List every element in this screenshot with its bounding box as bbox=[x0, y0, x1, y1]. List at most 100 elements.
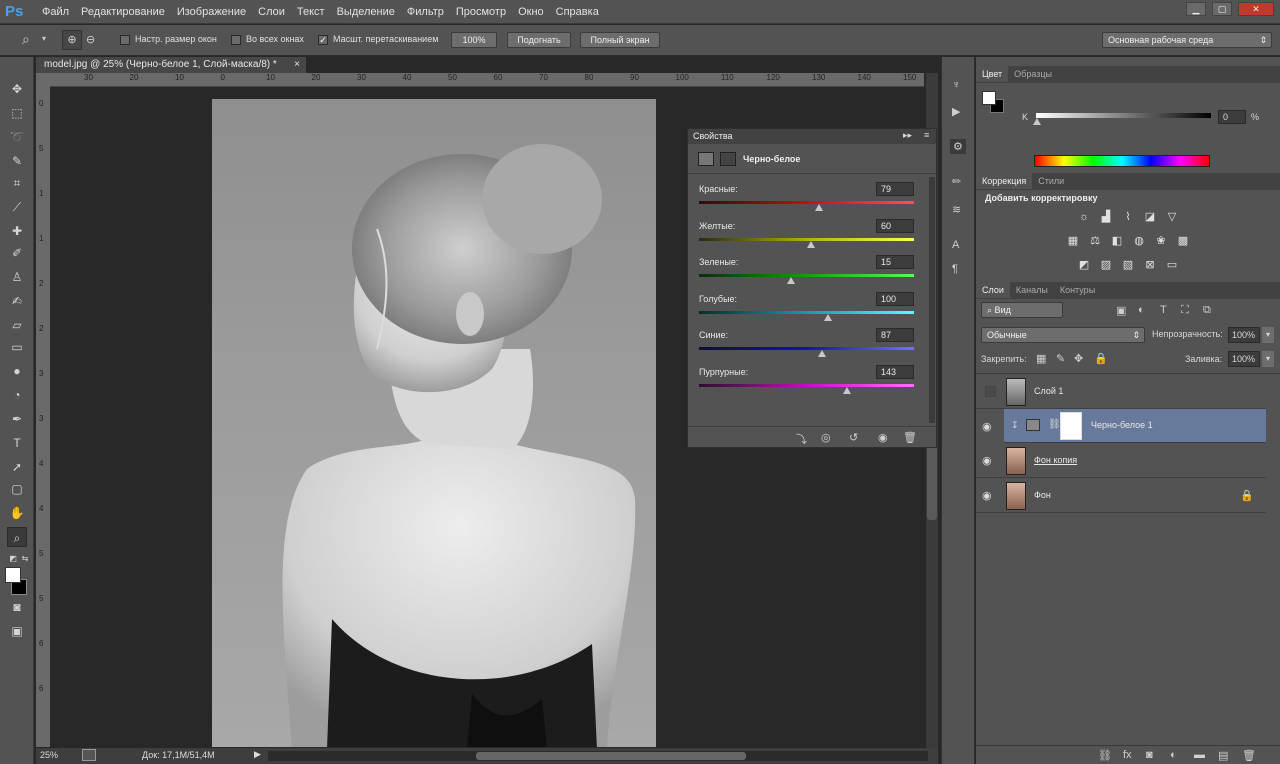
blend-mode-dropdown[interactable]: Обычные ⇕ bbox=[981, 327, 1145, 343]
slider-knob[interactable] bbox=[787, 277, 796, 284]
lasso-tool-icon[interactable]: ➰ bbox=[7, 127, 27, 147]
close-tab-icon[interactable]: × bbox=[294, 57, 300, 73]
slider-knob[interactable] bbox=[843, 386, 852, 394]
menu-view[interactable]: Просмотр bbox=[450, 0, 512, 24]
collapse-panel-icon[interactable]: ▸▸ bbox=[903, 130, 912, 141]
menu-filter[interactable]: Фильтр bbox=[401, 0, 450, 24]
new-layer-icon[interactable]: ▤ bbox=[1218, 749, 1228, 762]
fit-screen-button[interactable]: Подогнать bbox=[507, 32, 571, 48]
stamp-tool-icon[interactable]: ♙ bbox=[7, 267, 27, 287]
slider-value-field[interactable]: 87 bbox=[876, 328, 914, 342]
path-select-tool-icon[interactable]: ➚ bbox=[7, 457, 27, 477]
layer-name[interactable]: Черно-белое 1 bbox=[1091, 420, 1153, 430]
dodge-tool-icon[interactable]: ◔ bbox=[7, 385, 27, 405]
eraser-tool-icon[interactable]: ▱ bbox=[7, 315, 27, 335]
tool-preset-dropdown-icon[interactable]: ▾ bbox=[42, 34, 46, 43]
tab-color[interactable]: Цвет bbox=[976, 66, 1009, 82]
slider-track[interactable] bbox=[699, 201, 914, 204]
maximize-button[interactable]: ▢ bbox=[1212, 2, 1232, 16]
layer-name[interactable]: Фон bbox=[1034, 490, 1051, 500]
slider-track[interactable] bbox=[699, 383, 914, 387]
tab-adjustments[interactable]: Коррекция bbox=[976, 173, 1033, 189]
brightness-icon[interactable]: ☼ bbox=[1077, 210, 1091, 224]
new-adjustment-icon[interactable]: ◐ bbox=[1170, 749, 1177, 761]
lock-position-icon[interactable]: ✥ bbox=[1074, 352, 1083, 365]
zoom-out-icon[interactable]: ⊖ bbox=[86, 31, 95, 49]
layer-row[interactable]: Слой 1 bbox=[976, 375, 1266, 409]
color-lookup-icon[interactable]: ▩ bbox=[1176, 234, 1190, 248]
zoom-tool-active-icon[interactable]: ⌕ bbox=[7, 527, 27, 547]
filter-pixel-icon[interactable]: ▣ bbox=[1116, 304, 1126, 317]
foreground-color-swatch[interactable] bbox=[5, 567, 21, 583]
layer-row-selected[interactable]: ↧ ⛓ Черно-белое 1 bbox=[1004, 409, 1266, 443]
all-windows-checkbox[interactable] bbox=[231, 35, 241, 45]
properties-scrollbar[interactable] bbox=[929, 177, 935, 423]
tab-paths[interactable]: Контуры bbox=[1054, 282, 1101, 298]
k-slider-knob[interactable] bbox=[1033, 118, 1041, 125]
close-button[interactable]: ✕ bbox=[1238, 2, 1274, 16]
link-layers-icon[interactable]: ⛓ bbox=[1098, 749, 1112, 762]
slider-knob[interactable] bbox=[806, 240, 815, 248]
tab-channels[interactable]: Каналы bbox=[1010, 282, 1054, 298]
swap-colors-icon[interactable]: ⇆ bbox=[15, 549, 35, 569]
eye-icon[interactable]: ◉ bbox=[982, 455, 996, 467]
vibrance-icon[interactable]: ▽ bbox=[1165, 210, 1179, 224]
resize-windows-checkbox[interactable] bbox=[120, 35, 130, 45]
black-white-icon[interactable]: ◧ bbox=[1110, 234, 1124, 248]
brush-presets-icon[interactable]: ✏ bbox=[952, 175, 961, 188]
fill-field[interactable]: 100% bbox=[1228, 351, 1260, 367]
actions-icon[interactable]: ▶ bbox=[952, 105, 960, 118]
opacity-field[interactable]: 100% bbox=[1228, 327, 1260, 343]
zoom-100-button[interactable]: 100% bbox=[451, 32, 497, 48]
slider-value-field[interactable]: 143 bbox=[876, 364, 914, 379]
eye-icon[interactable]: ◉ bbox=[982, 421, 996, 433]
lock-all-icon[interactable]: 🔒 bbox=[1094, 352, 1108, 365]
delete-adjustment-icon[interactable]: 🗑 bbox=[903, 431, 917, 444]
lock-transparent-icon[interactable]: ▦ bbox=[1036, 352, 1046, 365]
channel-mixer-icon[interactable]: ❀ bbox=[1154, 234, 1168, 248]
filter-shape-icon[interactable]: ⛶ bbox=[1181, 304, 1189, 317]
history-icon[interactable]: ♆ bbox=[952, 79, 960, 91]
menu-edit[interactable]: Редактирование bbox=[75, 0, 171, 24]
screen-mode-icon[interactable]: ▣ bbox=[7, 621, 27, 641]
scrubby-zoom-checkbox[interactable]: ✓ bbox=[318, 35, 328, 45]
quick-select-tool-icon[interactable]: ✎ bbox=[7, 151, 27, 171]
panel-menu-icon[interactable]: ≡ bbox=[924, 130, 929, 140]
visibility-toggle-empty[interactable] bbox=[985, 386, 996, 397]
slider-knob[interactable] bbox=[817, 350, 826, 357]
shape-tool-icon[interactable]: ▢ bbox=[7, 479, 27, 499]
quick-mask-icon[interactable]: ◙ bbox=[7, 597, 27, 617]
properties-icon[interactable]: ⚙ bbox=[950, 139, 966, 154]
marquee-tool-icon[interactable]: ⬚ bbox=[7, 103, 27, 123]
minimize-button[interactable]: ▁ bbox=[1186, 2, 1206, 16]
menu-image[interactable]: Изображение bbox=[171, 0, 252, 24]
document-tab[interactable]: model.jpg @ 25% (Черно-белое 1, Слой-мас… bbox=[36, 57, 306, 73]
menu-layers[interactable]: Слои bbox=[252, 0, 291, 24]
slider-knob[interactable] bbox=[815, 204, 824, 211]
zoom-tool-icon[interactable]: ⌕ bbox=[22, 31, 30, 48]
slider-value-field[interactable]: 60 bbox=[876, 218, 914, 233]
move-tool-icon[interactable]: ✥ bbox=[7, 79, 27, 99]
brush-settings-icon[interactable]: ≋ bbox=[952, 203, 961, 216]
status-export-icon[interactable] bbox=[82, 749, 96, 761]
zoom-in-icon[interactable]: ⊕ bbox=[62, 30, 82, 50]
foreground-color-swatch[interactable] bbox=[982, 91, 996, 105]
exposure-icon[interactable]: ◪ bbox=[1143, 210, 1157, 224]
threshold-icon[interactable]: ▧ bbox=[1121, 258, 1135, 272]
pen-tool-icon[interactable]: ✒ bbox=[7, 409, 27, 429]
menu-window[interactable]: Окно bbox=[512, 0, 550, 24]
paragraph-icon[interactable]: ¶ bbox=[952, 263, 958, 275]
slider-value-field[interactable]: 100 bbox=[876, 291, 914, 306]
menu-select[interactable]: Выделение bbox=[331, 0, 401, 24]
new-group-icon[interactable]: ▬ bbox=[1194, 749, 1205, 761]
link-icon[interactable]: ⛓ bbox=[1048, 419, 1061, 430]
curves-icon[interactable]: ⌇ bbox=[1121, 210, 1135, 224]
color-balance-icon[interactable]: ⚖ bbox=[1088, 234, 1102, 248]
crop-tool-icon[interactable]: ⌗ bbox=[7, 173, 27, 193]
color-spectrum[interactable] bbox=[1034, 155, 1210, 167]
gradient-map-icon[interactable]: ▭ bbox=[1165, 258, 1179, 272]
menu-file[interactable]: Файл bbox=[36, 0, 75, 24]
status-menu-arrow-icon[interactable]: ▶ bbox=[254, 749, 261, 760]
workspace-dropdown[interactable]: Основная рабочая среда ⇕ bbox=[1102, 32, 1272, 48]
k-value-field[interactable]: 0 bbox=[1218, 110, 1246, 124]
